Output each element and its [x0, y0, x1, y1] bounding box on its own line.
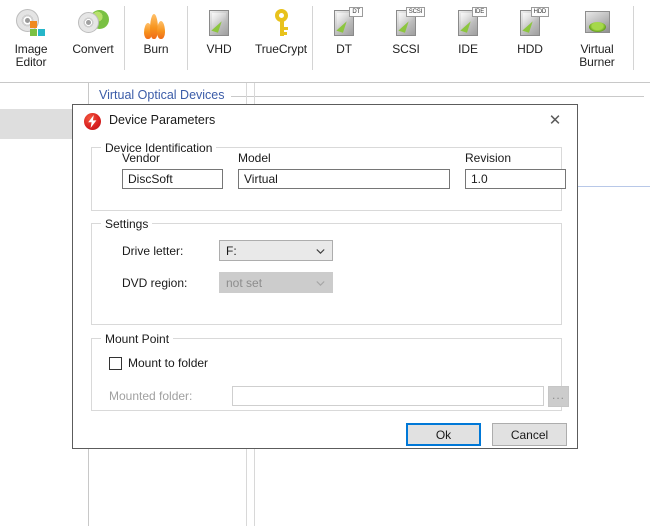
settings-group: Settings Drive letter: F: DVD region: no…: [91, 217, 562, 325]
toolbar-button-truecrypt[interactable]: TrueCrypt: [250, 0, 312, 76]
ok-button[interactable]: Ok: [406, 423, 481, 446]
group-title: Settings: [101, 217, 153, 231]
flame-icon: [139, 6, 173, 40]
toolbar-label: Image Editor: [15, 43, 48, 69]
toolbar-label-line2: Burner: [579, 55, 615, 69]
close-icon[interactable]: ✕: [533, 105, 577, 135]
chevron-down-icon: [316, 277, 325, 287]
toolbar-button-hdd[interactable]: HDD HDD: [499, 0, 561, 76]
toolbar-label: Virtual Burner: [579, 42, 615, 69]
toolbar-label: Convert: [72, 42, 114, 56]
model-field[interactable]: [238, 169, 450, 189]
dvd-region-label: DVD region:: [122, 276, 188, 290]
toolbar-label: Burn: [143, 42, 169, 56]
mount-point-group: Mount Point Mount to folder Mounted fold…: [91, 332, 569, 411]
hard-disk-icon: HDD: [513, 6, 549, 40]
vendor-field[interactable]: [122, 169, 223, 189]
toolbar-button-burn[interactable]: Burn: [125, 0, 187, 76]
toolbar-button-scsi[interactable]: SCSI SCSI: [375, 0, 437, 76]
toolbar-label: TrueCrypt: [255, 42, 307, 56]
hard-disk-icon: SCSI: [389, 6, 425, 40]
toolbar-button-convert[interactable]: Convert: [62, 0, 124, 76]
mount-to-folder-label: Mount to folder: [128, 356, 209, 370]
toolbar-button-ide[interactable]: IDE IDE: [437, 0, 499, 76]
hard-disk-icon: [202, 6, 236, 40]
hard-disk-icon: IDE: [451, 6, 487, 40]
toolbar-label: IDE: [458, 42, 478, 56]
disc-edit-icon: [14, 6, 48, 40]
dialog-titlebar: Device Parameters ✕: [73, 105, 577, 137]
toolbar-label-line1: Image: [14, 42, 48, 56]
section-header-virtual-optical-devices: Virtual Optical Devices: [99, 88, 231, 102]
cancel-button[interactable]: Cancel: [492, 423, 567, 446]
toolbar-group-drives: DT DT SCSI SCSI IDE IDE HDD HDD Virtual …: [313, 0, 633, 78]
toolbar-button-virtual-burner[interactable]: Virtual Burner: [561, 0, 633, 76]
toolbar-group-image: Image Editor Convert: [0, 0, 124, 78]
browse-folder-button[interactable]: ...: [548, 386, 569, 407]
revision-field[interactable]: [465, 169, 566, 189]
main-toolbar: Image Editor Convert Burn VHD TrueCrypt …: [0, 0, 650, 82]
toolbar-label: HDD: [517, 42, 543, 56]
virtual-burner-icon: [580, 6, 614, 40]
toolbar-label: DT: [336, 42, 352, 56]
toolbar-group-burn: Burn: [125, 0, 187, 78]
disc-convert-icon: [76, 6, 110, 40]
toolbar-separator: [633, 6, 634, 70]
daemon-tools-bolt-icon: [84, 113, 101, 130]
toolbar-label-line1: Virtual: [580, 42, 614, 56]
dvd-region-select[interactable]: not set: [219, 272, 333, 293]
toolbar-label-line2: Editor: [15, 55, 47, 69]
drive-type-badge: SCSI: [405, 7, 425, 17]
drive-type-badge: IDE: [471, 7, 487, 17]
mount-to-folder-checkbox[interactable]: [109, 356, 122, 370]
key-icon: [264, 6, 298, 40]
mounted-folder-field[interactable]: [232, 386, 544, 406]
mounted-folder-label: Mounted folder:: [109, 389, 193, 403]
toolbar-label: VHD: [206, 42, 232, 56]
toolbar-button-vhd[interactable]: VHD: [188, 0, 250, 76]
vendor-label: Vendor: [122, 151, 161, 165]
dialog-title: Device Parameters: [109, 113, 216, 127]
device-identification-group: Device Identification Vendor Model Revis…: [91, 141, 566, 211]
drive-letter-label: Drive letter:: [122, 244, 184, 258]
toolbar-button-image-editor[interactable]: Image Editor: [0, 0, 62, 76]
toolbar-label: SCSI: [392, 42, 420, 56]
model-label: Model: [238, 151, 271, 165]
device-parameters-dialog: Device Parameters ✕ Device Identificatio…: [72, 104, 578, 449]
drive-letter-select[interactable]: F:: [219, 240, 333, 261]
drive-type-badge: HDD: [530, 7, 549, 17]
toolbar-button-dt[interactable]: DT DT: [313, 0, 375, 76]
drive-letter-value: F:: [226, 243, 237, 258]
drive-type-badge: DT: [349, 7, 363, 17]
chevron-down-icon: [316, 245, 325, 255]
group-title: Mount Point: [101, 332, 174, 346]
mount-to-folder-checkbox-row[interactable]: Mount to folder: [109, 356, 208, 370]
dvd-region-value: not set: [226, 275, 263, 290]
revision-label: Revision: [465, 151, 512, 165]
hard-disk-icon: DT: [327, 6, 363, 40]
toolbar-group-images: VHD TrueCrypt: [188, 0, 312, 78]
